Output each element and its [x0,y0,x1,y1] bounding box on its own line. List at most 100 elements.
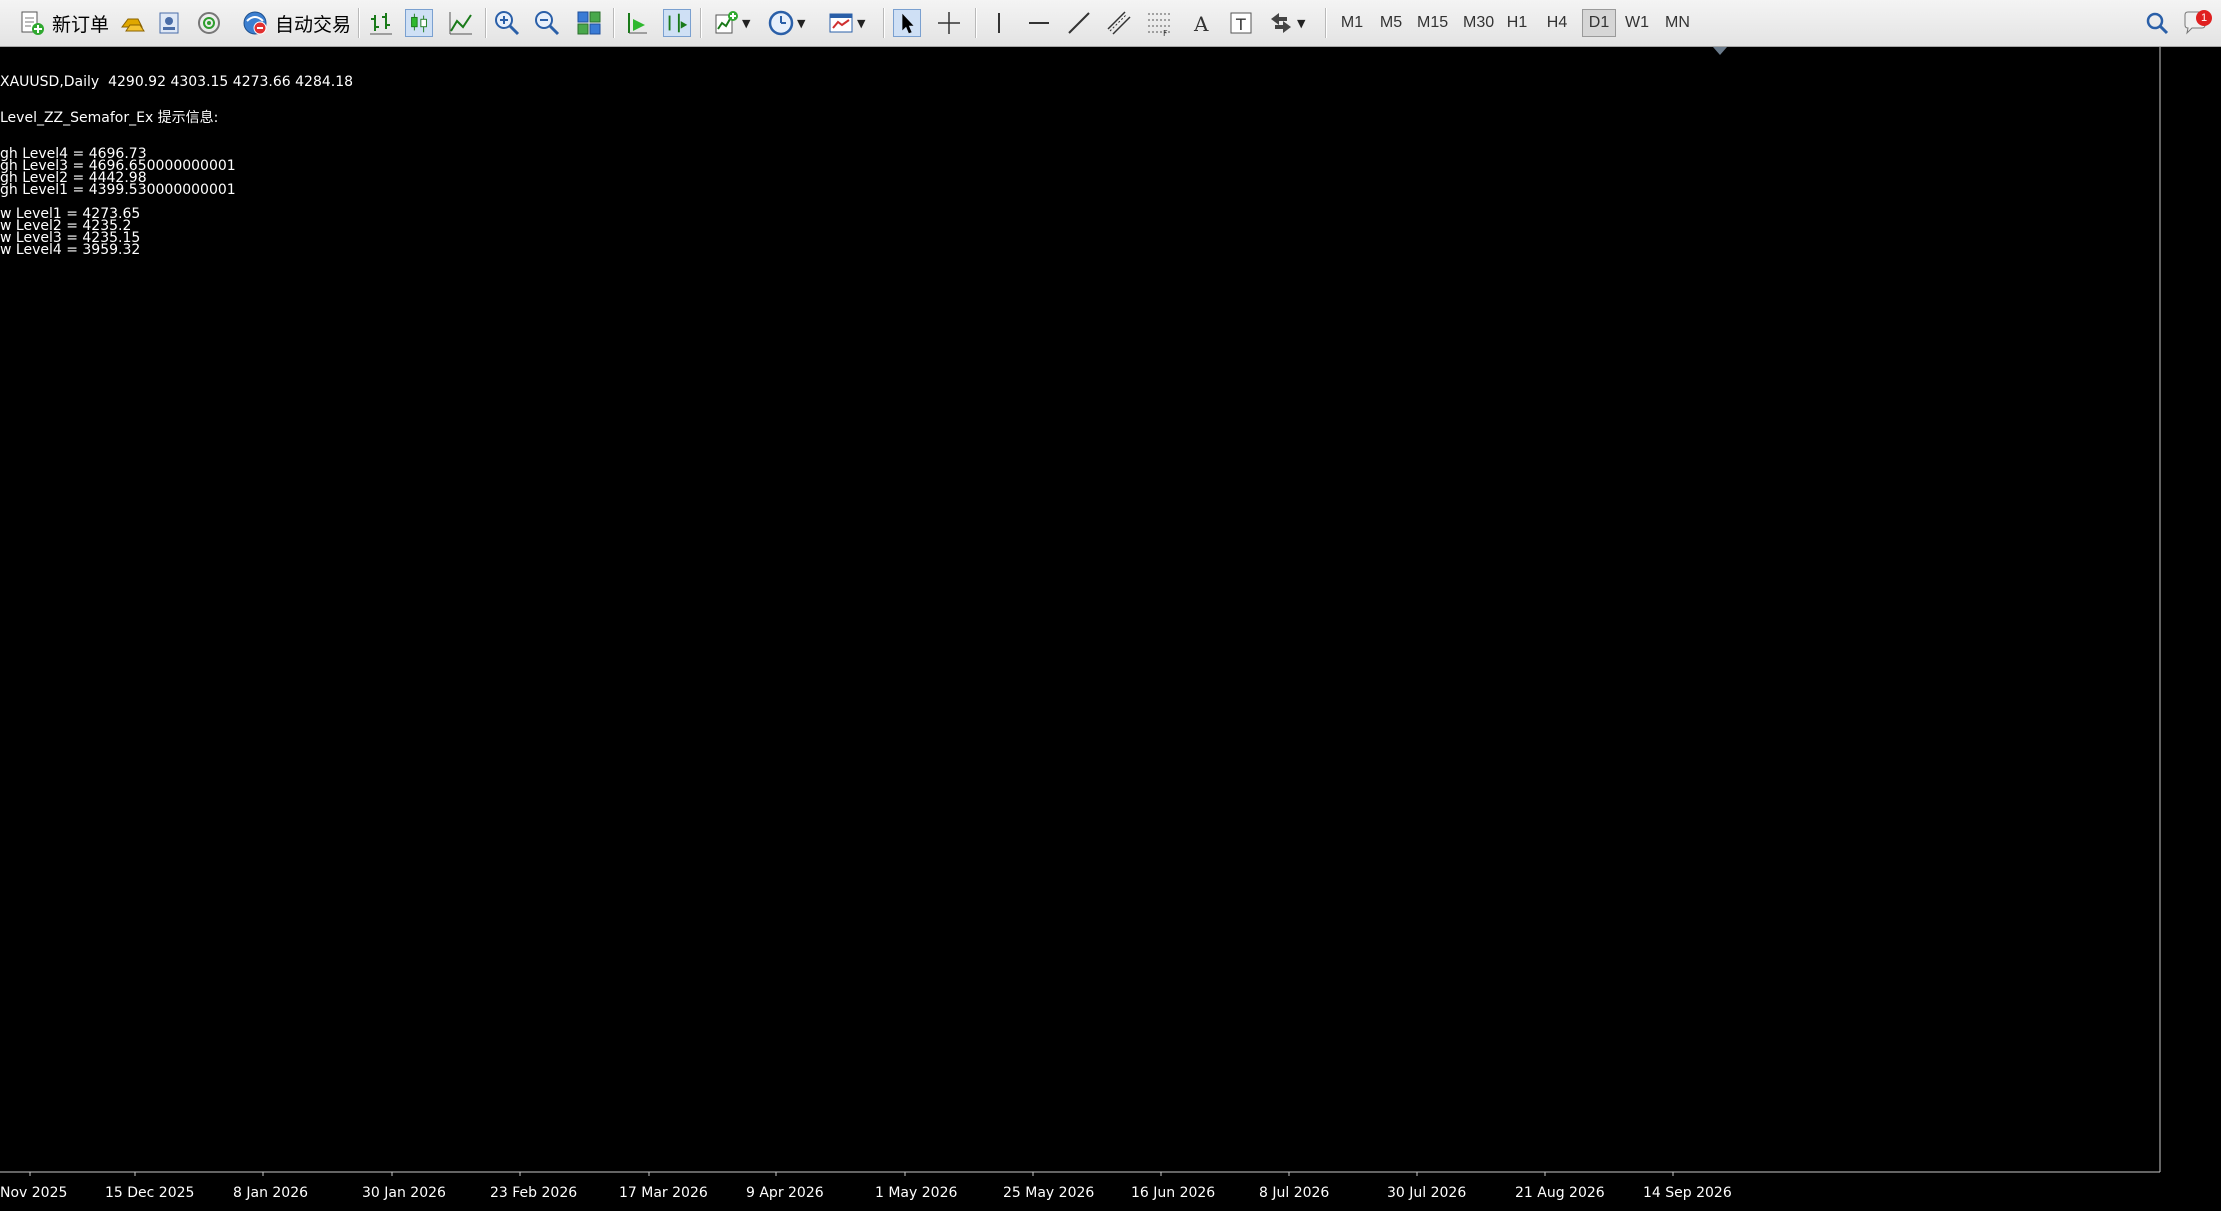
timeframe-w1[interactable]: W1 [1620,9,1654,37]
time-axis-label: 30 Jul 2026 [1387,1185,1466,1201]
time-axis-label: 1 May 2026 [875,1185,957,1201]
signals-button[interactable] [195,6,223,40]
time-axis-label: 15 Dec 2025 [105,1185,194,1201]
search-button[interactable] [2143,6,2171,40]
auto-trading-label: 自动交易 [275,14,352,36]
toolbar-separator [700,8,702,38]
bar-chart-icon [370,13,392,35]
line-chart-button[interactable] [447,6,475,40]
timeframe-h4[interactable]: H4 [1540,9,1574,37]
chevron-down-icon[interactable]: ▼ [1297,17,1305,30]
horizontal-line-tool[interactable] [1025,6,1053,40]
cursor-icon [893,9,921,37]
templates-icon [829,13,853,33]
fibonacci-tool[interactable]: F [1145,6,1173,40]
auto-scroll-button[interactable] [623,6,651,40]
crosshair-icon [938,12,960,34]
vertical-line-tool[interactable] [985,6,1013,40]
text-label-tool[interactable]: T [1227,6,1255,40]
indicator-name: Level_ZZ_Semafor_Ex 提示信息: [0,110,219,126]
search-icon [2146,12,2169,35]
notifications-button[interactable]: 1 [2182,6,2212,40]
fibonacci-icon: F [1148,13,1170,37]
channel-icon [1107,11,1131,35]
toolbar-separator [613,8,615,38]
timeframe-d1[interactable]: D1 [1582,9,1616,37]
trendline-tool[interactable] [1065,6,1093,40]
signal-icon [198,12,220,34]
timeframe-m1[interactable]: M1 [1335,9,1369,37]
text-tool[interactable]: A [1187,6,1215,40]
time-axis-label: 16 Jun 2026 [1131,1185,1215,1201]
crosshair-tool[interactable] [935,6,963,40]
svg-text:T: T [1235,15,1246,34]
svg-text:A: A [1193,12,1209,36]
candlestick-icon [405,9,433,37]
chart-shift-icon [663,9,691,37]
tile-windows-icon [577,11,601,35]
trendline-icon [1068,12,1090,34]
time-axis-label: 21 Aug 2026 [1515,1185,1605,1201]
timeframe-m5[interactable]: M5 [1374,9,1408,37]
indicators-button[interactable]: ▼ [712,6,750,40]
time-axis-label: 30 Jan 2026 [362,1185,446,1201]
timeframe-mn[interactable]: MN [1660,9,1695,37]
zoom-out-button[interactable] [533,6,561,40]
new-order-label: 新订单 [52,14,110,36]
chevron-down-icon[interactable]: ▼ [797,17,805,30]
tile-windows-button[interactable] [575,6,603,40]
toolbar-separator [358,8,360,38]
clock-icon [768,10,794,36]
time-axis-label: 9 Apr 2026 [746,1185,824,1201]
timeframe-m15[interactable]: M15 [1412,9,1453,37]
time-axis-label: 17 Mar 2026 [619,1185,708,1201]
periods-button[interactable]: ▼ [767,6,805,40]
zoom-out-icon [535,11,560,36]
timeframe-h1[interactable]: H1 [1500,9,1534,37]
zoom-in-icon [495,11,520,36]
horizontal-line-icon [1029,22,1049,24]
text-icon: A [1193,12,1209,36]
time-axis-label: 25 May 2026 [1003,1185,1094,1201]
zoom-in-button[interactable] [493,6,521,40]
chart-end-marker [1713,47,1727,55]
candlestick-chart-button[interactable] [405,6,433,40]
chart-info-panel: XAUUSD,Daily 4290.92 4303.15 4273.66 428… [0,52,354,257]
toolbar-separator [883,8,885,38]
auto-scroll-icon [628,13,647,34]
gold-bars-icon [121,18,145,32]
arrows-icon [1271,13,1291,33]
bar-chart-button[interactable] [367,6,395,40]
indicators-icon [715,11,738,34]
time-axis-label: 8 Jul 2026 [1259,1185,1329,1201]
time-axis-label: 23 Feb 2026 [490,1185,577,1201]
new-order-icon [21,11,44,35]
line-chart-icon [449,12,472,35]
data-window-button[interactable] [155,6,183,40]
time-axis-label: Nov 2025 [0,1185,67,1201]
auto-trading-button[interactable]: 自动交易 [237,6,355,40]
new-order-button[interactable]: 新订单 [14,6,113,40]
navigator-icon [159,12,179,34]
toolbar-separator [1325,8,1327,38]
chart-shift-button[interactable] [663,6,691,40]
chevron-down-icon[interactable]: ▼ [857,17,865,30]
toolbar: 新订单 自动交易 ▼ ▼ ▼ F A T ▼ 1 M1 M5 M15 M30 H… [0,0,2221,47]
equidistant-channel-tool[interactable] [1105,6,1133,40]
market-watch-button[interactable] [118,6,146,40]
time-axis-label: 14 Sep 2026 [1643,1185,1732,1201]
toolbar-separator [975,8,977,38]
cursor-tool[interactable] [893,6,921,40]
symbol-info: XAUUSD,Daily 4290.92 4303.15 4273.66 428… [0,74,354,90]
auto-trading-icon [243,11,267,35]
vertical-line-icon [998,13,1000,33]
notification-badge: 1 [2196,10,2212,26]
timeframe-m30[interactable]: M30 [1458,9,1499,37]
text-label-icon: T [1230,12,1252,34]
time-axis-label: 8 Jan 2026 [233,1185,308,1201]
svg-text:F: F [1163,29,1168,37]
templates-button[interactable]: ▼ [827,6,865,40]
arrows-tool[interactable]: ▼ [1267,6,1305,40]
semafor-level-line: gh Level1 = 4399.530000000001 [0,182,236,198]
chevron-down-icon[interactable]: ▼ [742,17,750,30]
